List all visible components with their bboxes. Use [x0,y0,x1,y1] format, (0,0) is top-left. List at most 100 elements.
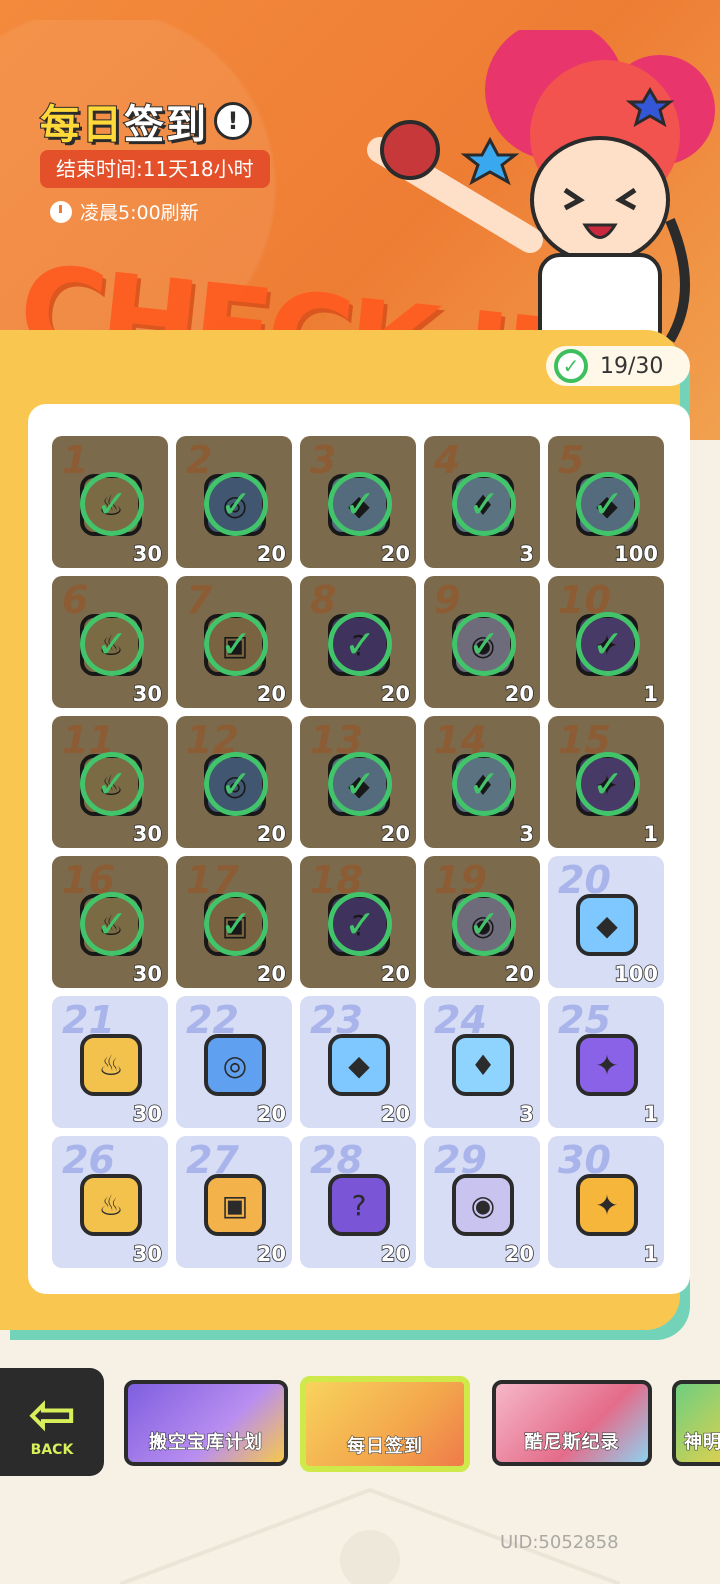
info-button[interactable]: ! [214,102,252,140]
reward-cell-day-30[interactable]: 30 ✦ 1 [548,1136,664,1268]
can-icon: ◉ [452,1174,514,1236]
reward-cell-day-24[interactable]: 24 ♦ 3 [424,996,540,1128]
progress-text: 19/30 [600,353,664,379]
reward-quantity: 20 [380,821,411,847]
reward-quantity: 30 [132,1241,163,1267]
claimed-check-icon: ✓ [80,612,144,676]
page-title: 每日签到 [39,92,208,150]
claimed-check-icon: ✓ [328,892,392,956]
day-number: 1 [62,438,89,482]
claimed-check-icon: ✓ [80,472,144,536]
claimed-check-icon: ✓ [204,892,268,956]
reward-cell-day-9[interactable]: 9 ◉ 20 ✓ [424,576,540,708]
reward-cell-day-23[interactable]: 23 ◆ 20 [300,996,416,1128]
claimed-check-icon: ✓ [204,612,268,676]
reward-cell-day-18[interactable]: 18? 20 ✓ [300,856,416,988]
reward-cell-day-22[interactable]: 22 ◎ 20 [176,996,292,1128]
tab-label: 每日签到 [347,1436,423,1458]
reward-quantity: 20 [380,541,411,567]
reward-cell-day-14[interactable]: 14 ♦ 3 ✓ [424,716,540,848]
tab-deity[interactable]: 神明 [672,1380,720,1466]
reward-cell-day-12[interactable]: 12 ◎ 20 ✓ [176,716,292,848]
reward-cell-day-6[interactable]: 6 ♨ 30 ✓ [52,576,168,708]
reward-quantity: 20 [256,821,287,847]
jar-icon: ♨ [80,1034,142,1096]
reward-quantity: 100 [613,961,658,987]
reward-quantity: 3 [519,1101,535,1127]
reward-cell-day-29[interactable]: 29 ◉ 20 [424,1136,540,1268]
title-part-highlight: 每日 [39,101,124,149]
claimed-check-icon: ✓ [328,752,392,816]
claimed-check-icon: ✓ [452,892,516,956]
reward-quantity: 30 [132,1101,163,1127]
claimed-check-icon: ✓ [328,612,392,676]
day-number: 8 [310,578,337,622]
reward-cell-day-27[interactable]: 27 ▣ 20 [176,1136,292,1268]
reward-cell-day-19[interactable]: 19 ◉ 20 ✓ [424,856,540,988]
reward-cell-day-10[interactable]: 10 ✦ 1 ✓ [548,576,664,708]
reward-cell-day-11[interactable]: 11 ♨ 30 ✓ [52,716,168,848]
mystery-egg-icon: ? [328,1174,390,1236]
reward-cell-day-2[interactable]: 2 ◎ 20 ✓ [176,436,292,568]
day-number: 7 [186,578,213,622]
refresh-info: 凌晨5:00刷新 [50,198,199,225]
reward-quantity: 20 [380,961,411,987]
claimed-check-icon: ✓ [452,612,516,676]
reward-cell-day-26[interactable]: 26 ♨ 30 [52,1136,168,1268]
reward-cell-day-16[interactable]: 16 ♨ 30 ✓ [52,856,168,988]
reward-cell-day-20[interactable]: 20 ◆ 100 [548,856,664,988]
end-time-badge: 结束时间:11天18小时 [40,150,270,188]
box-icon: ▣ [204,1174,266,1236]
tab-daily-checkin[interactable]: 每日签到 [300,1376,470,1472]
reward-cell-day-28[interactable]: 28? 20 [300,1136,416,1268]
claimed-check-icon: ✓ [452,752,516,816]
tape-roll-icon: ◎ [204,1034,266,1096]
reward-cell-day-25[interactable]: 25 ✦ 1 [548,996,664,1128]
back-label: BACK [30,1442,74,1458]
tab-treasury-plan[interactable]: 搬空宝库计划 [124,1380,288,1466]
day-number: 5 [558,438,585,482]
tab-label: 搬空宝库计划 [149,1432,263,1454]
tab-label: 酷尼斯纪录 [524,1432,620,1454]
reward-cell-day-7[interactable]: 7 ▣ 20 ✓ [176,576,292,708]
reward-quantity: 1 [643,681,659,707]
gold-ticket-icon: ✦ [576,1174,638,1236]
claimed-check-icon: ✓ [204,472,268,536]
tab-kunis-record[interactable]: 酷尼斯纪录 [492,1380,652,1466]
reward-quantity: 20 [380,1101,411,1127]
reward-cell-day-15[interactable]: 15 ✦ 1 ✓ [548,716,664,848]
reward-quantity: 20 [256,1101,287,1127]
reward-quantity: 100 [613,541,658,567]
title-group: 每日签到 ! [39,92,252,150]
reward-quantity: 1 [643,1241,659,1267]
reward-quantity: 1 [643,1101,659,1127]
reward-cell-day-8[interactable]: 8? 20 ✓ [300,576,416,708]
refresh-text: 凌晨5:00刷新 [80,202,199,224]
reward-quantity: 20 [380,1241,411,1267]
reward-cell-day-5[interactable]: 5 ◆ 100 ✓ [548,436,664,568]
reward-cell-day-21[interactable]: 21 ♨ 30 [52,996,168,1128]
reward-quantity: 3 [519,821,535,847]
reward-cell-day-1[interactable]: 1 ♨ 30 ✓ [52,436,168,568]
user-id: UID:5052858 [500,1532,619,1553]
claimed-check-icon: ✓ [80,892,144,956]
claimed-check-icon: ✓ [576,752,640,816]
claimed-check-icon: ✓ [452,472,516,536]
flame-icon: ♦ [452,1034,514,1096]
tab-label: 神明 [684,1432,720,1454]
jar-icon: ♨ [80,1174,142,1236]
reward-cell-day-3[interactable]: 3 ◆ 20 ✓ [300,436,416,568]
check-circle-icon: ✓ [554,349,588,383]
reward-quantity: 20 [504,681,535,707]
reward-quantity: 20 [256,1241,287,1267]
reward-cell-day-4[interactable]: 4 ♦ 3 ✓ [424,436,540,568]
reward-quantity: 3 [519,541,535,567]
day-number: 6 [62,578,89,622]
progress-badge: ✓ 19/30 [546,346,690,386]
reward-quantity: 20 [380,681,411,707]
reward-cell-day-13[interactable]: 13 ◆ 20 ✓ [300,716,416,848]
reward-quantity: 1 [643,821,659,847]
claimed-check-icon: ✓ [576,472,640,536]
reward-cell-day-17[interactable]: 17 ▣ 20 ✓ [176,856,292,988]
back-button[interactable]: ⇦ BACK [0,1368,104,1476]
